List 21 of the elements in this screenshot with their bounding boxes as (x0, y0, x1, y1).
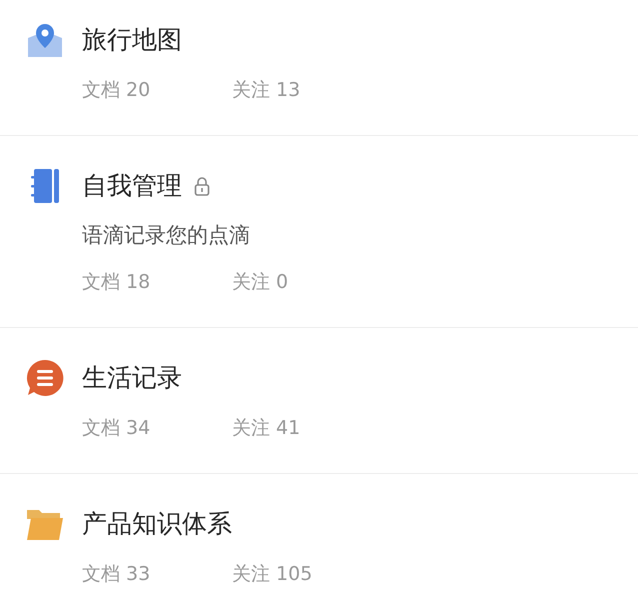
book-row[interactable]: 生活记录 文档 34 关注 41 (0, 328, 638, 474)
stat-count: 文档 33 (82, 562, 152, 587)
stat-count: 文档 18 (82, 270, 152, 295)
book-title: 产品知识体系 (82, 508, 232, 540)
chat-icon (26, 359, 64, 397)
stat-count: 关注 13 (232, 78, 302, 103)
book-description: 语滴记录您的点滴 (82, 222, 251, 249)
stat-count: 关注 41 (232, 416, 302, 441)
stat-count: 关注 105 (232, 562, 314, 587)
stat-count: 文档 20 (82, 78, 152, 103)
book-title: 生活记录 (82, 362, 182, 394)
folder-icon (26, 507, 64, 541)
book-title: 旅行地图 (82, 24, 182, 56)
book-row[interactable]: 产品知识体系 文档 33 关注 105 (0, 474, 638, 612)
book-title: 自我管理 (82, 170, 182, 202)
stat-count: 关注 0 (232, 270, 290, 295)
book-row[interactable]: 旅行地图 文档 20 关注 13 (0, 0, 638, 136)
stat-count: 文档 34 (82, 416, 152, 441)
notebook-icon (30, 168, 60, 204)
book-row[interactable]: 自我管理 语滴记录您的点滴 文档 18 关注 0 (0, 136, 638, 328)
map-pin-icon (26, 22, 64, 58)
